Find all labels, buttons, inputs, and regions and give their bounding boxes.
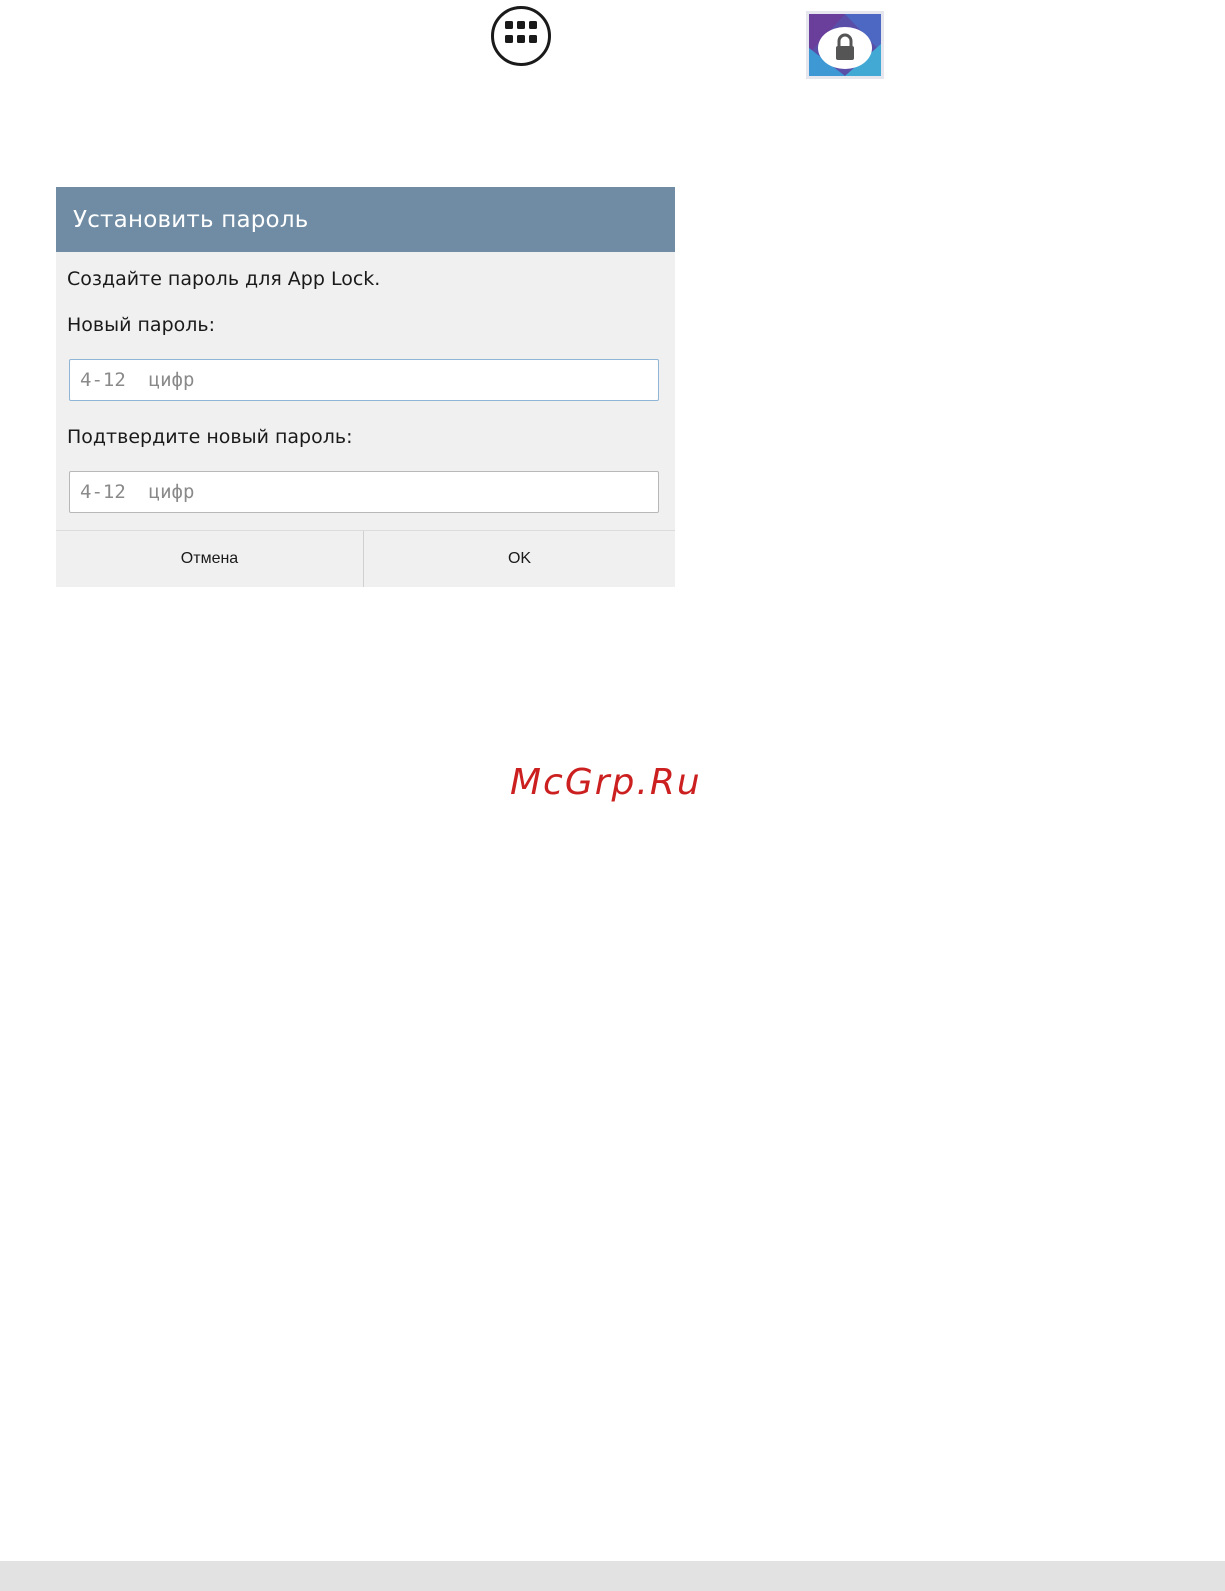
new-password-input[interactable] bbox=[69, 359, 659, 401]
app-lock-glyph bbox=[809, 14, 881, 76]
new-password-label: Новый пароль: bbox=[67, 314, 215, 336]
ok-button[interactable]: OK bbox=[364, 531, 675, 587]
app-lock-icon[interactable] bbox=[806, 11, 884, 79]
cancel-button[interactable]: Отмена bbox=[56, 531, 364, 587]
apps-grid-glyph bbox=[505, 21, 537, 43]
set-password-dialog: Установить пароль Создайте пароль для Ap… bbox=[56, 187, 675, 587]
confirm-password-input[interactable] bbox=[69, 471, 659, 513]
apps-grid-icon[interactable] bbox=[491, 6, 551, 66]
dialog-prompt: Создайте пароль для App Lock. bbox=[67, 268, 381, 290]
confirm-password-label: Подтвердите новый пароль: bbox=[67, 426, 353, 448]
dialog-title: Установить пароль bbox=[73, 206, 309, 233]
watermark: McGrp.Ru bbox=[510, 762, 702, 803]
dialog-button-bar: Отмена OK bbox=[56, 530, 675, 587]
dialog-header: Установить пароль bbox=[56, 187, 675, 252]
bottom-bar bbox=[0, 1561, 1225, 1591]
